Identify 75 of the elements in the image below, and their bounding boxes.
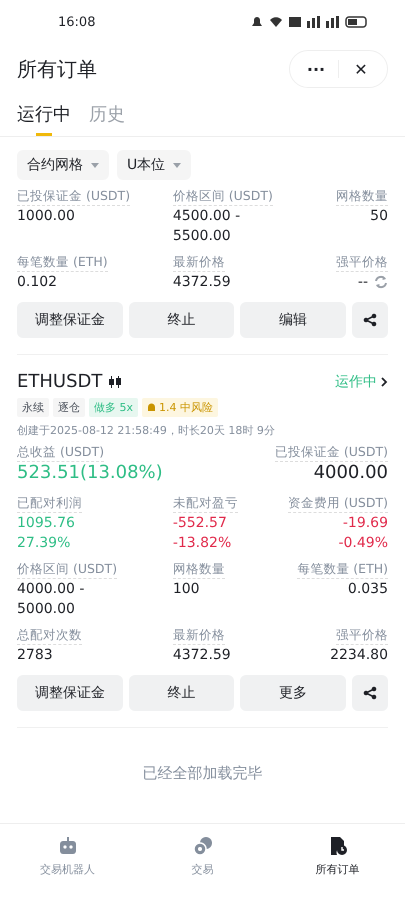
- field-label: 每笔数量 (ETH): [17, 254, 108, 272]
- field-value: 4372.59: [172, 273, 231, 292]
- caret-icon: [173, 162, 182, 168]
- field-label: 资金费用 (USDT): [288, 495, 388, 513]
- signal-icon: [326, 16, 339, 28]
- action-button[interactable]: 调整保证金: [17, 302, 123, 338]
- summary-value: 4000.00: [314, 462, 388, 483]
- filter-dropdown[interactable]: 合约网格: [17, 150, 109, 180]
- end-note: 已经全部加载完毕: [142, 764, 264, 783]
- field-value: -0.49%: [338, 534, 388, 553]
- field-label: 已配对利润: [17, 495, 82, 513]
- action-button[interactable]: 编辑: [240, 302, 346, 338]
- field-value: -552.57: [172, 514, 227, 533]
- field-value: 4372.59: [172, 646, 231, 665]
- field-value: -19.69: [342, 514, 388, 533]
- summary-value: 523.51(13.08%): [17, 462, 163, 483]
- nav-tab[interactable]: 所有订单: [270, 824, 405, 900]
- field-value: 100: [172, 580, 200, 599]
- close-button[interactable]: ✕: [339, 58, 383, 80]
- share-button[interactable]: [352, 675, 388, 711]
- candlestick-icon: [108, 376, 122, 388]
- field-label: 每笔数量 (ETH): [297, 561, 388, 579]
- share-icon: [363, 313, 378, 327]
- field-label: 总收益 (USDT): [17, 444, 104, 462]
- share-button[interactable]: [352, 302, 388, 338]
- caret-icon: [91, 162, 99, 168]
- signal-icon: [307, 16, 320, 28]
- field-label: 价格区间 (USDT): [172, 188, 273, 206]
- field-value: 1000.00: [17, 207, 75, 226]
- field-value: 27.39%: [17, 534, 70, 553]
- action-button[interactable]: 更多: [240, 675, 346, 711]
- tag: 逐仓: [53, 398, 85, 417]
- field-value: 1095.76: [17, 514, 75, 533]
- created-time: 创建于2025-08-12 21:58:49，时长20天 18时 9分: [17, 423, 276, 438]
- coins-icon: [192, 836, 212, 856]
- refresh-icon[interactable]: [374, 275, 388, 289]
- field-value: 0.035: [348, 580, 388, 599]
- field-label: 已投保证金 (USDT): [17, 188, 130, 206]
- action-button[interactable]: 终止: [128, 302, 234, 338]
- chevron-icon: [381, 376, 388, 386]
- field-value: 5000.00: [17, 600, 75, 619]
- field-value: --: [358, 273, 368, 292]
- field-label: 总配对次数: [17, 627, 82, 645]
- share-icon: [363, 686, 378, 700]
- field-value: -13.82%: [172, 534, 232, 553]
- field-label: 最新价格: [172, 254, 225, 272]
- symbol-title: ETHUSDT: [17, 371, 102, 392]
- tag: 1.4 中风险: [142, 398, 218, 417]
- filter-dropdown[interactable]: U本位: [117, 150, 192, 180]
- field-value: 4000.00 -: [17, 580, 84, 599]
- field-value: 2783: [17, 646, 53, 665]
- field-label: 未配对盈亏: [172, 495, 238, 513]
- field-value: 2234.80: [330, 646, 388, 665]
- action-button[interactable]: 调整保证金: [17, 675, 123, 711]
- field-value: 50: [370, 207, 388, 226]
- field-label: 网格数量: [172, 561, 225, 579]
- field-value: 4500.00 -: [172, 207, 240, 226]
- battery-icon: [345, 16, 367, 28]
- wifi-icon: [269, 17, 283, 27]
- tag: 永续: [17, 398, 49, 417]
- field-label: 网格数量: [336, 188, 388, 206]
- robot-icon: [58, 836, 78, 856]
- field-label: 强平价格: [336, 254, 388, 272]
- tag: 做多 5x: [89, 398, 138, 417]
- more-button[interactable]: ···: [294, 58, 338, 80]
- field-label: 最新价格: [172, 627, 225, 645]
- status-time: 16:08: [58, 14, 96, 30]
- action-button[interactable]: 终止: [128, 675, 234, 711]
- tab[interactable]: 运行中: [17, 102, 71, 136]
- field-value: 5500.00: [172, 227, 231, 246]
- field-label: 强平价格: [336, 627, 388, 645]
- field-value: 0.102: [17, 273, 58, 292]
- field-label: 价格区间 (USDT): [17, 561, 118, 579]
- field-label: 已投保证金 (USDT): [274, 444, 388, 462]
- page-title: 所有订单: [17, 56, 97, 82]
